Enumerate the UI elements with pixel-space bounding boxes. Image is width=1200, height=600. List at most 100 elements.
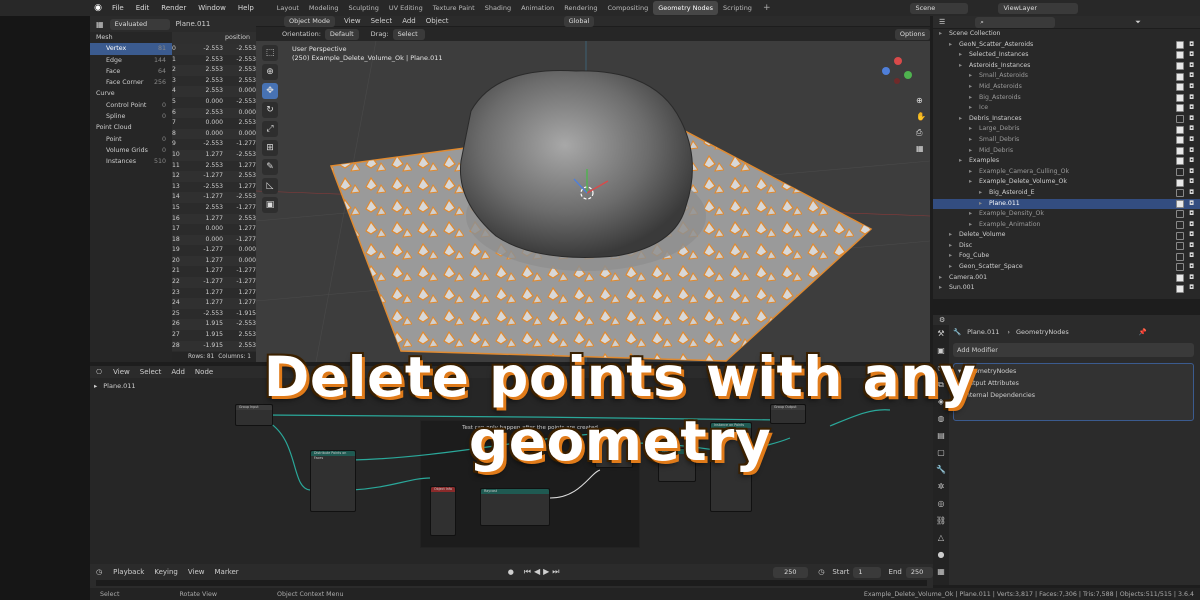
expand-icon[interactable]: ▸ (969, 103, 977, 114)
expand-icon[interactable]: ▸ (969, 71, 977, 82)
outliner-item[interactable]: ▸ Mid_Debris ◘ (933, 146, 1200, 157)
data-tab-icon[interactable]: △ (933, 529, 949, 546)
expand-icon[interactable]: ▸ (969, 124, 977, 135)
outliner-item[interactable]: ▸ Debris_Instances ◘ (933, 114, 1200, 125)
viewport-menu-view[interactable]: View (339, 17, 366, 25)
timeline-editor-icon[interactable]: ◷ (96, 568, 102, 576)
visibility-checkbox[interactable] (1176, 115, 1185, 124)
render-toggle-icon[interactable]: ◘ (1189, 251, 1194, 262)
transform-tool-icon[interactable]: ⊞ (262, 140, 278, 156)
render-toggle-icon[interactable]: ◘ (1189, 188, 1194, 199)
add-workspace-icon[interactable]: + (763, 3, 771, 13)
blender-logo-icon[interactable]: ◉ (90, 3, 106, 13)
outliner-item[interactable]: ▸ Scene Collection (933, 29, 1200, 40)
outliner-item[interactable]: ▸ Plane.011 ◘ (933, 198, 1200, 210)
render-toggle-icon[interactable]: ◘ (1189, 199, 1194, 210)
expand-icon[interactable]: ▸ (969, 177, 977, 188)
expand-icon[interactable]: ▸ (949, 262, 957, 273)
render-toggle-icon[interactable]: ◘ (1189, 283, 1194, 294)
expand-icon[interactable]: ▸ (969, 220, 977, 231)
tab-modeling[interactable]: Modeling (304, 1, 344, 15)
outliner-item[interactable]: ▸ Example_Density_Ok ◘ (933, 209, 1200, 220)
expand-icon[interactable]: ▸ (969, 82, 977, 93)
menu-edit[interactable]: Edit (130, 4, 156, 12)
object-mode-select[interactable]: Object Mode (284, 15, 335, 27)
menu-render[interactable]: Render (155, 4, 192, 12)
domain-item[interactable]: Instances 510 (90, 156, 172, 167)
scene-selector[interactable]: Scene (910, 2, 969, 14)
pan-icon[interactable]: ✋ (916, 109, 926, 125)
domain-item[interactable]: Edge 144 (90, 55, 172, 66)
visibility-checkbox[interactable] (1176, 136, 1185, 145)
pin-icon[interactable]: 📌 (1139, 328, 1147, 336)
viewport-menu-select[interactable]: Select (366, 17, 398, 25)
spreadsheet-editor-icon[interactable]: ▦ (96, 20, 104, 29)
transform-orientation[interactable]: Global (563, 15, 595, 27)
outliner-item[interactable]: ▸ Camera.001 ◘ (933, 273, 1200, 284)
expand-icon[interactable]: ▸ (969, 209, 977, 220)
visibility-checkbox[interactable] (1176, 104, 1185, 113)
properties-editor-icon[interactable]: ⚙ (939, 316, 945, 324)
node-raycast[interactable]: Raycast (480, 488, 550, 526)
outliner-item[interactable]: ▸ Disc ◘ (933, 241, 1200, 252)
visibility-checkbox[interactable] (1176, 62, 1185, 71)
ortho-toggle-icon[interactable]: ▦ (916, 141, 926, 157)
outliner-item[interactable]: ▸ Sun.001 ◘ (933, 283, 1200, 294)
current-frame[interactable]: 250 (772, 566, 809, 578)
tab-geometry-nodes[interactable]: Geometry Nodes (653, 1, 719, 15)
expand-icon[interactable]: ▸ (979, 188, 987, 199)
outliner-item[interactable]: ▸ Large_Debris ◘ (933, 124, 1200, 135)
tab-sculpting[interactable]: Sculpting (343, 1, 383, 15)
outliner-item[interactable]: ▸ Small_Debris ◘ (933, 135, 1200, 146)
3d-viewport[interactable]: User Perspective (250) Example_Delete_Vo… (256, 41, 930, 362)
render-toggle-icon[interactable]: ◘ (1189, 61, 1194, 72)
render-toggle-icon[interactable]: ◘ (1189, 40, 1194, 51)
visibility-checkbox[interactable] (1176, 40, 1185, 49)
tab-compositing[interactable]: Compositing (602, 1, 653, 15)
menu-help[interactable]: Help (232, 4, 260, 12)
tab-uv-editing[interactable]: UV Editing (384, 1, 428, 15)
domain-item[interactable]: Curve (90, 88, 172, 99)
visibility-checkbox[interactable] (1176, 93, 1185, 102)
options-button[interactable]: Options (894, 28, 930, 40)
node-editor-icon[interactable]: ⎔ (96, 368, 102, 376)
scale-tool-icon[interactable]: ⤢ (262, 121, 278, 137)
visibility-checkbox[interactable] (1176, 252, 1185, 261)
render-toggle-icon[interactable]: ◘ (1189, 71, 1194, 82)
expand-icon[interactable]: ▸ (949, 251, 957, 262)
visibility-checkbox[interactable] (1176, 242, 1185, 251)
render-toggle-icon[interactable]: ◘ (1189, 103, 1194, 114)
timeline-menu-marker[interactable]: Marker (209, 568, 243, 576)
tab-texture-paint[interactable]: Texture Paint (428, 1, 480, 15)
add-cube-tool-icon[interactable]: ▣ (262, 197, 278, 213)
viewport-menu-add[interactable]: Add (397, 17, 421, 25)
outliner-item[interactable]: ▸ Big_Asteroids ◘ (933, 93, 1200, 104)
orientation-select[interactable]: Default (324, 28, 359, 40)
spreadsheet-mode-select[interactable]: Evaluated (109, 18, 170, 30)
menu-window[interactable]: Window (192, 4, 232, 12)
outliner-item[interactable]: ▸ Example_Camera_Culling_Ok ◘ (933, 167, 1200, 178)
timeline-menu-view[interactable]: View (183, 568, 210, 576)
expand-icon[interactable]: ▸ (969, 146, 977, 157)
render-toggle-icon[interactable]: ◘ (1189, 230, 1194, 241)
domain-item[interactable]: Vertex 81 (90, 43, 172, 55)
expand-icon[interactable]: ▸ (949, 241, 957, 252)
tab-scripting[interactable]: Scripting (718, 1, 757, 15)
render-toggle-icon[interactable]: ◘ (1189, 114, 1194, 125)
render-toggle-icon[interactable]: ◘ (1189, 135, 1194, 146)
material-tab-icon[interactable]: ● (933, 546, 949, 563)
visibility-checkbox[interactable] (1176, 125, 1185, 134)
tab-layout[interactable]: Layout (272, 1, 304, 15)
domain-item[interactable]: Volume Grids 0 (90, 145, 172, 156)
expand-icon[interactable]: ▸ (959, 61, 967, 72)
render-toggle-icon[interactable]: ◘ (1189, 262, 1194, 273)
outliner-item[interactable]: ▸ Big_Asteroid_E ◘ (933, 188, 1200, 199)
domain-item[interactable]: Point Cloud (90, 122, 172, 133)
render-toggle-icon[interactable]: ◘ (1189, 82, 1194, 93)
visibility-checkbox[interactable] (1176, 157, 1185, 166)
column-header-position[interactable]: position (172, 32, 256, 44)
clock-icon[interactable]: ◷ (818, 568, 824, 576)
render-toggle-icon[interactable]: ◘ (1189, 93, 1194, 104)
viewport-menu-object[interactable]: Object (421, 17, 454, 25)
render-toggle-icon[interactable]: ◘ (1189, 177, 1194, 188)
